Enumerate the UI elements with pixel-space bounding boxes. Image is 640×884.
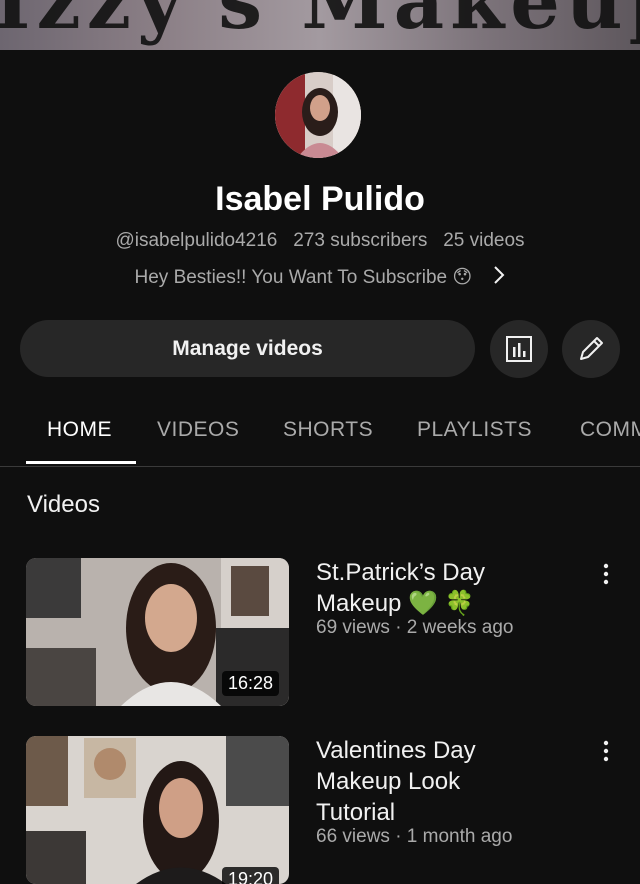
pencil-icon: [580, 337, 603, 360]
video-meta: 69 views · 2 weeks ago: [316, 617, 514, 638]
video-title[interactable]: St.Patrick’s Day Makeup 💚 🍀: [316, 557, 586, 619]
tab-shorts[interactable]: SHORTS: [283, 418, 373, 442]
video-title[interactable]: Valentines Day Makeup Look Tutorial: [316, 735, 586, 828]
video-thumbnail[interactable]: 19:20: [26, 736, 289, 884]
channel-name: Isabel Pulido: [215, 180, 425, 218]
video-meta: 66 views · 1 month ago: [316, 826, 513, 847]
thumbnail-image: [26, 736, 289, 884]
more-options-icon[interactable]: [596, 737, 616, 765]
analytics-button[interactable]: [490, 320, 548, 378]
channel-avatar[interactable]: [275, 72, 361, 158]
video-duration: 19:20: [221, 867, 279, 884]
video-title-line: Makeup 💚 🍀: [316, 590, 475, 617]
more-options-icon[interactable]: [596, 560, 616, 588]
active-tab-indicator: [26, 461, 136, 464]
channel-meta: @isabelpulido4216 273 subscribers 25 vid…: [0, 230, 640, 252]
analytics-icon: [506, 336, 532, 362]
video-title-line: Makeup Look: [316, 768, 461, 795]
manage-videos-button[interactable]: Manage videos: [20, 320, 475, 377]
video-duration: 16:28: [221, 671, 279, 696]
tab-playlists[interactable]: PLAYLISTS: [417, 418, 532, 442]
chevron-right-icon: [492, 265, 506, 291]
video-title-line: Tutorial: [316, 799, 396, 826]
video-thumbnail[interactable]: 16:28: [26, 558, 289, 706]
tab-home[interactable]: HOME: [47, 418, 112, 442]
avatar-image: [275, 72, 361, 158]
section-title: Videos: [27, 491, 100, 518]
tab-community[interactable]: COMMUNITY: [580, 418, 640, 442]
channel-handle: @isabelpulido4216: [115, 230, 278, 251]
video-count: 25 videos: [443, 230, 525, 251]
subscriber-count: 273 subscribers: [293, 230, 428, 251]
channel-tabs: HOME VIDEOS SHORTS PLAYLISTS COMMUNITY: [0, 410, 640, 467]
channel-description: Hey Besties!! You Want To Subscribe 😯: [134, 267, 473, 289]
edit-channel-button[interactable]: [562, 320, 620, 378]
tab-videos[interactable]: VIDEOS: [157, 418, 239, 442]
video-title-line: St.Patrick’s Day: [316, 559, 485, 586]
video-title-line: Valentines Day: [316, 737, 476, 764]
channel-description-row[interactable]: Hey Besties!! You Want To Subscribe 😯: [0, 265, 640, 291]
channel-banner: Izzy's Makeup: [0, 0, 640, 50]
banner-text: Izzy's Makeup: [0, 0, 640, 47]
